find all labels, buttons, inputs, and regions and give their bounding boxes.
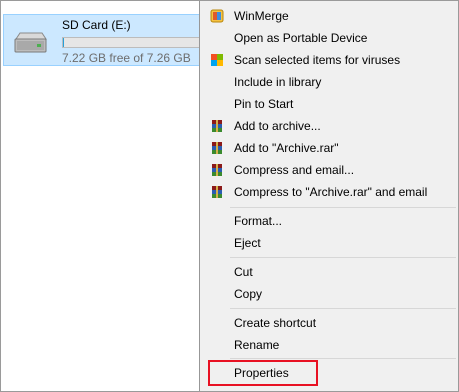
defender-icon <box>211 54 223 66</box>
menu-item-label: Eject <box>234 236 261 250</box>
menu-separator <box>230 308 456 309</box>
menu-item-label: Scan selected items for viruses <box>234 53 401 67</box>
menu-item-label: Rename <box>234 338 280 352</box>
drive-usage-bar <box>62 37 210 48</box>
winrar-icon <box>212 120 222 132</box>
menu-item-winmerge[interactable]: WinMerge <box>202 5 456 27</box>
menu-item-compress-email[interactable]: Compress and email... <box>202 159 456 181</box>
menu-separator <box>230 257 456 258</box>
winmerge-icon <box>210 9 224 23</box>
menu-item-label: Add to archive... <box>234 119 321 133</box>
menu-separator <box>230 207 456 208</box>
drive-icon <box>14 32 47 53</box>
menu-item-add-archive-rar[interactable]: Add to "Archive.rar" <box>202 137 456 159</box>
menu-item-label: WinMerge <box>234 9 289 23</box>
explorer-window: SD Card (E:) 7.22 GB free of 7.26 GB Win… <box>0 0 459 392</box>
menu-item-create-shortcut[interactable]: Create shortcut <box>202 312 456 334</box>
menu-item-scan-viruses[interactable]: Scan selected items for viruses <box>202 49 456 71</box>
menu-item-label: Create shortcut <box>234 316 317 330</box>
menu-item-label: Copy <box>234 287 263 301</box>
menu-item-eject[interactable]: Eject <box>202 232 456 254</box>
drive-free-space: 7.22 GB free of 7.26 GB <box>62 51 191 65</box>
menu-item-label: Compress to "Archive.rar" and email <box>234 185 428 199</box>
winrar-icon <box>212 142 222 154</box>
menu-item-label: Format... <box>234 214 283 228</box>
menu-item-copy[interactable]: Copy <box>202 283 456 305</box>
menu-item-compress-rar-email[interactable]: Compress to "Archive.rar" and email <box>202 181 456 203</box>
menu-item-include-library[interactable]: Include in library <box>202 71 456 93</box>
menu-item-rename[interactable]: Rename <box>202 334 456 356</box>
menu-item-label: Include in library <box>234 75 322 89</box>
winrar-icon <box>212 186 222 198</box>
drive-name: SD Card (E:) <box>62 18 131 32</box>
menu-item-label: Compress and email... <box>234 163 355 177</box>
winrar-icon <box>212 164 222 176</box>
menu-item-cut[interactable]: Cut <box>202 261 456 283</box>
drive-tile-sd-card[interactable]: SD Card (E:) 7.22 GB free of 7.26 GB <box>3 14 210 66</box>
menu-item-open-portable[interactable]: Open as Portable Device <box>202 27 456 49</box>
menu-item-label: Pin to Start <box>234 97 294 111</box>
menu-item-label: Open as Portable Device <box>234 31 368 45</box>
menu-item-label: Cut <box>234 265 253 279</box>
drive-usage-fill <box>63 38 65 47</box>
menu-item-label: Add to "Archive.rar" <box>234 141 339 155</box>
properties-highlight-box <box>208 360 318 386</box>
menu-item-pin-start[interactable]: Pin to Start <box>202 93 456 115</box>
menu-separator <box>230 358 456 359</box>
menu-item-format[interactable]: Format... <box>202 210 456 232</box>
context-menu: WinMerge Open as Portable Device Scan se… <box>199 1 458 391</box>
menu-item-add-archive[interactable]: Add to archive... <box>202 115 456 137</box>
